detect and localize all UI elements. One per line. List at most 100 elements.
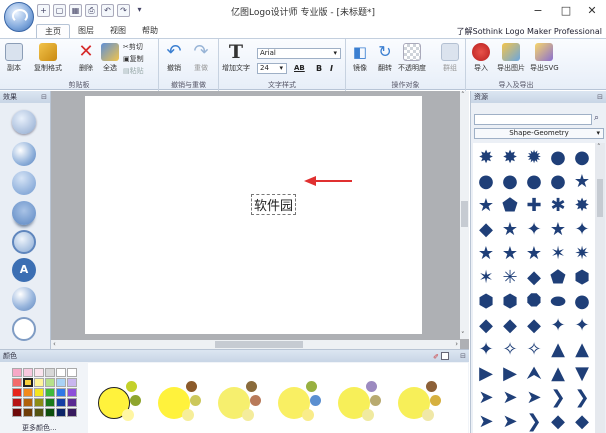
open-file-icon[interactable]: ▢ [53, 4, 66, 17]
shape-hexagon[interactable]: ⬢ [573, 269, 591, 287]
resource-category-select[interactable]: Shape-Geometry ▾ [474, 128, 604, 139]
color-swatch[interactable] [45, 368, 55, 377]
close-button[interactable]: ✕ [578, 0, 606, 22]
more-colors-button[interactable]: 更多颜色... [22, 423, 57, 433]
search-icon[interactable]: ⌕ [594, 113, 599, 123]
effect-bevel-2[interactable] [12, 142, 36, 166]
bold-button[interactable]: B [316, 64, 322, 73]
scroll-up-icon[interactable]: ˄ [597, 143, 601, 151]
add-text-button[interactable]: T 增加文字 [222, 43, 250, 73]
color-combo-2[interactable] [158, 373, 214, 429]
color-swatch[interactable] [45, 408, 55, 417]
shape-circle[interactable]: ● [501, 173, 519, 191]
color-swatch[interactable] [67, 368, 77, 377]
shape-diamond[interactable]: ◆ [525, 317, 543, 335]
shape-star[interactable]: ★ [501, 245, 519, 263]
color-swatch[interactable] [12, 398, 22, 407]
copy-format-button[interactable]: 复制格式 [34, 43, 62, 73]
pin-icon[interactable]: ⊟ [597, 91, 603, 103]
canvas-horizontal-scrollbar[interactable]: ‹ › [51, 340, 460, 349]
shape-chevron[interactable]: ❯ [573, 389, 591, 407]
shape-diamond[interactable]: ◆ [573, 413, 591, 431]
effect-shadow[interactable] [12, 201, 36, 225]
opacity-button[interactable]: 不透明度 [398, 43, 426, 73]
pin-icon[interactable]: ⊟ [41, 91, 47, 103]
shape-diamond[interactable]: ◆ [477, 221, 495, 239]
color-swatch[interactable] [12, 408, 22, 417]
color-swatch[interactable] [23, 368, 33, 377]
resources-scroll-thumb[interactable] [597, 179, 603, 217]
shape-star[interactable]: ✶ [477, 269, 495, 287]
customize-qat-icon[interactable]: ▾ [133, 4, 146, 17]
shape-triangle-down[interactable]: ▼ [573, 365, 591, 383]
color-swatch[interactable] [56, 368, 66, 377]
effect-gradient[interactable] [12, 171, 36, 195]
color-swatch[interactable] [56, 388, 66, 397]
color-swatch[interactable] [12, 388, 22, 397]
canvas-hscroll-thumb[interactable] [215, 341, 303, 348]
shape-star[interactable]: ★ [573, 173, 591, 191]
cut-button[interactable]: ✂剪切 [123, 42, 143, 52]
maximize-button[interactable]: □ [552, 0, 580, 22]
shape-pentagon[interactable]: ⬟ [549, 269, 567, 287]
shape-circle[interactable]: ● [525, 173, 543, 191]
effect-none[interactable] [12, 317, 36, 341]
color-swatch[interactable] [34, 378, 44, 387]
font-size-select[interactable]: 24 ▾ [257, 63, 287, 74]
shape-arrowhead[interactable]: ➤ [501, 413, 519, 431]
color-swatch[interactable] [56, 408, 66, 417]
color-swatch[interactable] [67, 378, 77, 387]
color-swatch[interactable] [23, 408, 33, 417]
no-fill-swatch[interactable] [441, 352, 449, 360]
shape-star[interactable]: ★ [549, 221, 567, 239]
color-swatch[interactable] [34, 368, 44, 377]
shape-star[interactable]: ★ [477, 197, 495, 215]
canvas-vertical-scrollbar[interactable]: ˄ ˅ [460, 91, 469, 339]
shape-star[interactable]: ✶ [549, 245, 567, 263]
delete-button[interactable]: ✕ 删除 [77, 43, 95, 73]
canvas-vscroll-thumb[interactable] [461, 201, 468, 227]
shape-burst[interactable]: ✹ [525, 149, 543, 167]
pin-icon[interactable]: ⊟ [460, 350, 466, 362]
redo-icon[interactable]: ↷ [117, 4, 130, 17]
import-button[interactable]: 导入 [472, 43, 490, 73]
shape-arrowhead[interactable]: ⮝ [525, 365, 543, 383]
shape-star[interactable]: ✦ [477, 341, 495, 359]
learn-more-link[interactable]: 了解Sothink Logo Maker Professional [457, 26, 602, 37]
duplicate-button[interactable]: 副本 [5, 43, 23, 73]
app-menu-button[interactable] [4, 2, 34, 32]
canvas-text-object[interactable]: 软件园 [251, 194, 297, 215]
shape-arrowhead[interactable]: ➤ [477, 389, 495, 407]
shape-cross[interactable]: ✚ [525, 197, 543, 215]
char-spacing-button[interactable]: AB [294, 64, 305, 72]
color-swatch[interactable] [34, 388, 44, 397]
shape-star[interactable]: ★ [477, 245, 495, 263]
color-swatch[interactable] [67, 398, 77, 407]
shape-arrowhead[interactable]: ➤ [525, 389, 543, 407]
shape-triangle-right[interactable]: ▶ [477, 365, 495, 383]
eyedropper-icon[interactable]: ✐ [433, 351, 439, 363]
shape-burst[interactable]: ✸ [477, 149, 495, 167]
color-swatch[interactable] [67, 408, 77, 417]
shape-diamond[interactable]: ◆ [501, 317, 519, 335]
shape-triangle[interactable]: ▲ [549, 365, 567, 383]
shape-oval[interactable]: ⬬ [549, 293, 567, 311]
paste-button[interactable]: ▤粘贴 [123, 66, 144, 76]
color-combo-1[interactable] [98, 373, 154, 429]
shape-star[interactable]: ✦ [549, 317, 567, 335]
shape-arrowhead[interactable]: ❯ [525, 413, 543, 431]
color-swatch[interactable] [45, 378, 55, 387]
undo-button[interactable]: ↶ 撤销 [165, 43, 183, 73]
color-swatch[interactable] [23, 398, 33, 407]
color-swatch[interactable] [45, 398, 55, 407]
print-icon[interactable]: ⎙ [85, 4, 98, 17]
resource-search-input[interactable] [474, 114, 592, 125]
shape-triangle[interactable]: ▲ [573, 341, 591, 359]
export-svg-button[interactable]: 导出SVG [530, 43, 559, 73]
italic-button[interactable]: I [330, 64, 333, 73]
resources-scrollbar[interactable]: ˄ [595, 143, 605, 433]
copy-button[interactable]: ▣复制 [123, 54, 144, 64]
shape-star[interactable]: ✦ [525, 221, 543, 239]
color-combo-4[interactable] [278, 373, 334, 429]
shape-circle[interactable]: ● [573, 149, 591, 167]
